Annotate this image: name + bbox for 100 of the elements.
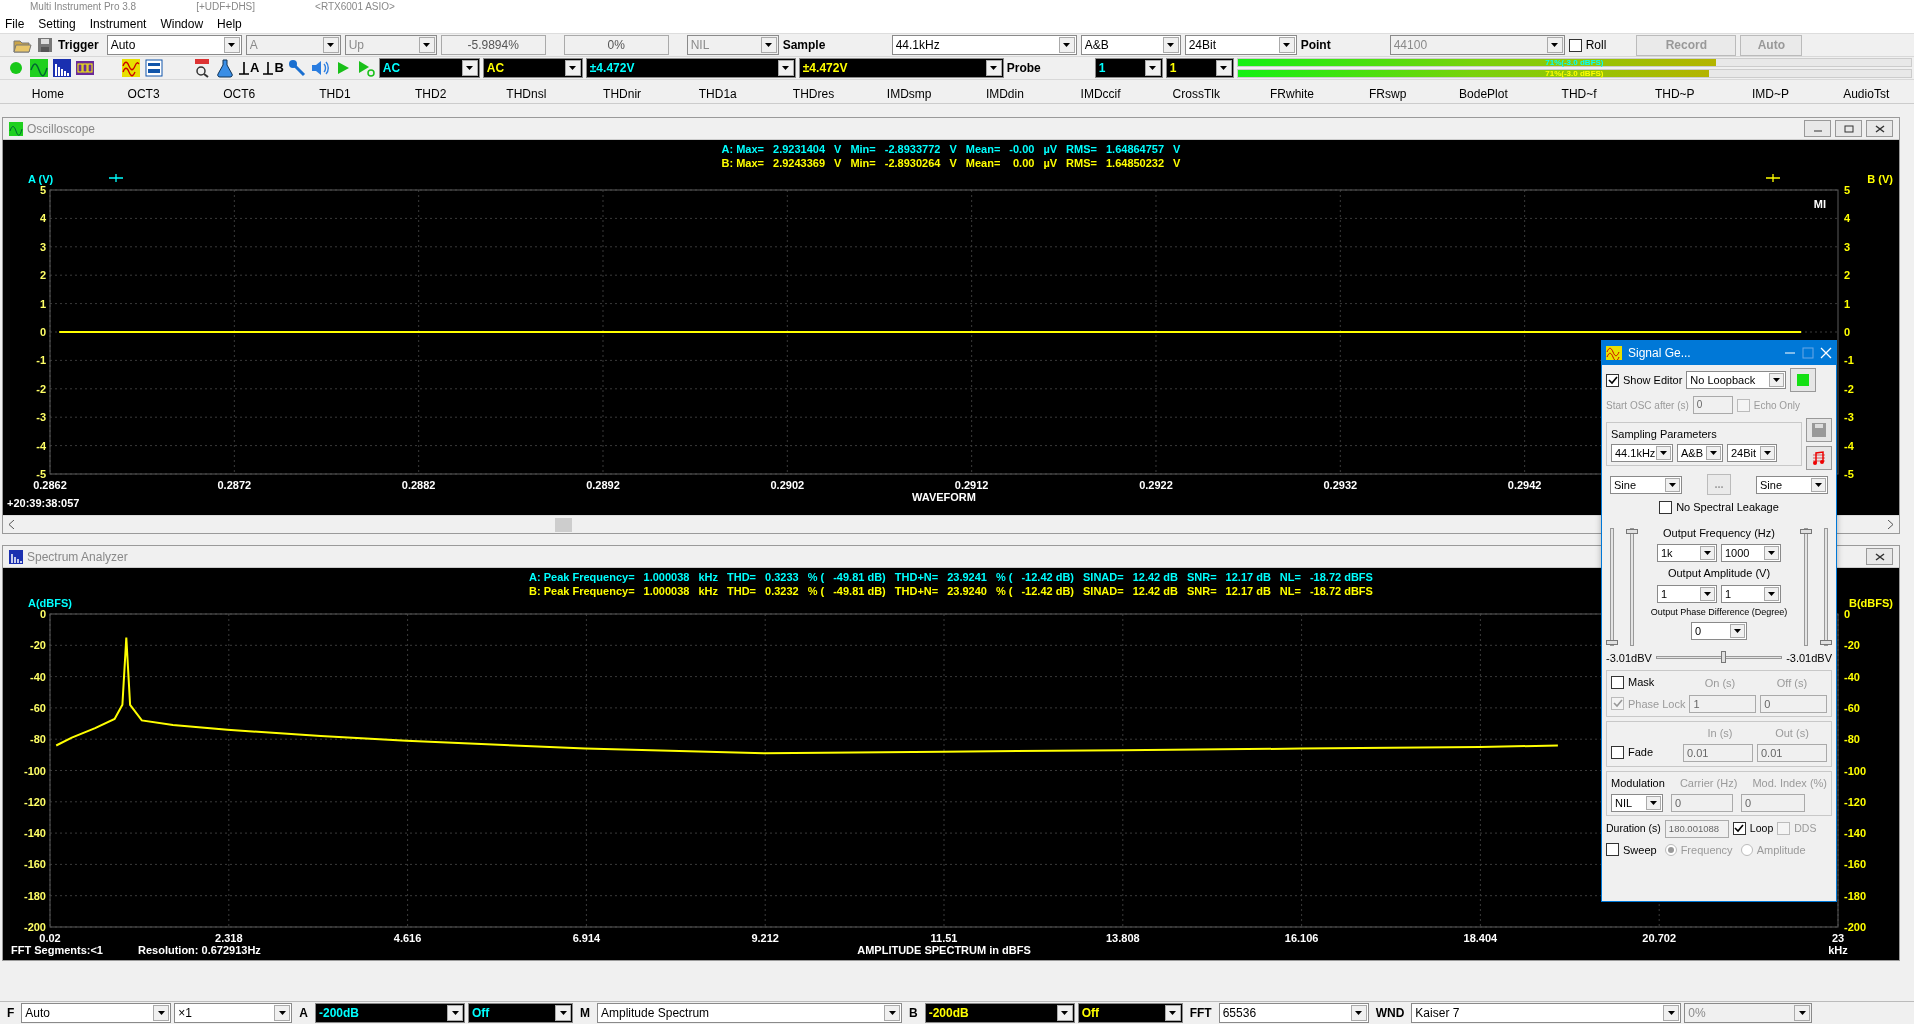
input-field[interactable]: 0.01	[1757, 744, 1827, 763]
flask-icon[interactable]	[215, 58, 235, 78]
dropdown[interactable]: ×1	[174, 1003, 293, 1023]
radio-button[interactable]	[1664, 843, 1677, 856]
tab-button[interactable]: FRswp	[1339, 80, 1436, 103]
dropdown[interactable]: 1000	[1721, 544, 1781, 563]
tab-button[interactable]: THD2	[382, 80, 479, 103]
generator-icon[interactable]	[121, 58, 141, 78]
tab-button[interactable]: OCT3	[95, 80, 192, 103]
tab-button[interactable]: IMDdin	[957, 80, 1053, 103]
scrollbar-thumb[interactable]	[555, 518, 572, 532]
tab-button[interactable]: BodePlot	[1435, 80, 1532, 103]
ground-icon[interactable]	[238, 59, 250, 77]
tab-button[interactable]: THD~f	[1531, 80, 1627, 103]
tab-button[interactable]: THD1	[287, 80, 383, 103]
dropdown[interactable]: 1	[1721, 584, 1781, 603]
menu-item[interactable]: Instrument	[84, 13, 152, 34]
dropdown[interactable]: AC	[378, 58, 480, 78]
input-field[interactable]: 1	[1689, 695, 1757, 714]
dropdown[interactable]: 1	[1165, 58, 1234, 78]
slider-thumb[interactable]	[1820, 639, 1832, 645]
tab-button[interactable]: THD~P	[1626, 80, 1723, 103]
tab-button[interactable]: IMDsmp	[861, 80, 958, 103]
slider-thumb[interactable]	[1626, 528, 1638, 534]
slider-thumb[interactable]	[1800, 528, 1812, 534]
slider-thumb[interactable]	[1606, 639, 1618, 645]
checkbox[interactable]	[1732, 822, 1746, 835]
dropdown[interactable]: A&B	[1677, 444, 1723, 463]
dropdown[interactable]: NIL	[1611, 793, 1663, 812]
tab-button[interactable]: AudioTst	[1818, 80, 1914, 103]
waveform-icon[interactable]	[29, 58, 49, 78]
dropdown[interactable]: ±4.472V	[798, 58, 1004, 78]
dropdown[interactable]: 65536	[1218, 1003, 1369, 1023]
start-button[interactable]	[1790, 368, 1817, 392]
scroll-right-icon[interactable]	[1887, 520, 1893, 529]
dropdown[interactable]: 44.1kHz	[1611, 444, 1673, 463]
input-field[interactable]: 0.01	[1683, 744, 1753, 763]
input-field[interactable]: 0	[1760, 695, 1827, 714]
magnifier-icon[interactable]	[192, 58, 212, 78]
close-icon[interactable]	[1820, 347, 1832, 359]
tab-button[interactable]: THDnir	[574, 80, 670, 103]
tab-button[interactable]: Home	[0, 80, 96, 103]
dropdown[interactable]: Sine	[1610, 475, 1682, 494]
dropdown[interactable]: 1	[1094, 58, 1163, 78]
digit-display-icon[interactable]	[75, 58, 95, 78]
checkbox[interactable]	[1606, 843, 1619, 857]
close-button[interactable]	[1866, 548, 1893, 565]
dropdown[interactable]: -200dB	[315, 1003, 465, 1023]
dropdown[interactable]: Off	[1077, 1003, 1183, 1023]
dropdown[interactable]: 24Bit	[1727, 444, 1777, 463]
tab-button[interactable]: THDnsl	[478, 80, 575, 103]
input-field[interactable]: 0	[1741, 793, 1805, 812]
probe-icon[interactable]	[286, 58, 307, 78]
input-field[interactable]: 0	[1671, 793, 1733, 812]
dropdown[interactable]: AC	[482, 58, 583, 78]
dropdown[interactable]: Kaiser 7	[1411, 1003, 1682, 1023]
menu-item[interactable]: File	[0, 13, 30, 34]
menu-item[interactable]: Window	[155, 13, 209, 34]
dropdown[interactable]: 0	[1691, 622, 1747, 641]
checkbox[interactable]	[1568, 38, 1582, 52]
save-icon[interactable]	[36, 36, 54, 54]
tab-button[interactable]: IMD~P	[1722, 80, 1819, 103]
save-button[interactable]	[1806, 418, 1832, 442]
input-field[interactable]: 180.001088	[1664, 819, 1729, 838]
tab-button[interactable]: THDres	[765, 80, 862, 103]
dropdown[interactable]: Sine	[1756, 475, 1828, 494]
device-icon[interactable]	[144, 58, 164, 78]
dropdown[interactable]: Auto	[106, 35, 242, 55]
radio-button[interactable]	[1740, 843, 1753, 856]
dropdown[interactable]: 44.1kHz	[891, 35, 1077, 55]
scroll-left-icon[interactable]	[9, 520, 15, 529]
dropdown[interactable]: Auto	[21, 1003, 172, 1023]
dropdown[interactable]: Amplitude Spectrum	[597, 1003, 902, 1023]
dropdown[interactable]: A&B	[1080, 35, 1181, 55]
music-note-button[interactable]	[1806, 446, 1832, 470]
checkbox[interactable]	[1606, 373, 1619, 387]
speaker-icon[interactable]	[309, 58, 330, 78]
ground-icon[interactable]	[262, 59, 275, 77]
dropdown[interactable]: 1	[1657, 584, 1717, 603]
dropdown[interactable]: 24Bit	[1184, 35, 1297, 55]
tab-button[interactable]: IMDccif	[1052, 80, 1149, 103]
dropdown[interactable]: Off	[468, 1003, 573, 1023]
tab-button[interactable]: CrossTlk	[1148, 80, 1245, 103]
checkbox[interactable]	[1611, 675, 1624, 689]
menu-item[interactable]: Help	[212, 13, 247, 34]
dropdown[interactable]: ±4.472V	[585, 58, 796, 78]
checkbox[interactable]	[1611, 745, 1624, 759]
spectrum-icon[interactable]	[52, 58, 72, 78]
tab-button[interactable]: THD1a	[669, 80, 766, 103]
tab-button[interactable]: FRwhite	[1244, 80, 1340, 103]
dropdown[interactable]: No Loopback	[1686, 371, 1787, 389]
checkbox[interactable]	[1659, 500, 1673, 514]
spin-field[interactable]: 0%	[563, 35, 669, 55]
close-button[interactable]	[1866, 120, 1893, 137]
slider-thumb[interactable]	[1721, 651, 1727, 664]
dropdown[interactable]: -200dB	[924, 1003, 1075, 1023]
minimize-button[interactable]	[1804, 120, 1831, 137]
spin-field[interactable]: -5.9894%	[440, 35, 546, 55]
tab-button[interactable]: OCT6	[191, 80, 288, 103]
menu-item[interactable]: Setting	[33, 13, 81, 34]
